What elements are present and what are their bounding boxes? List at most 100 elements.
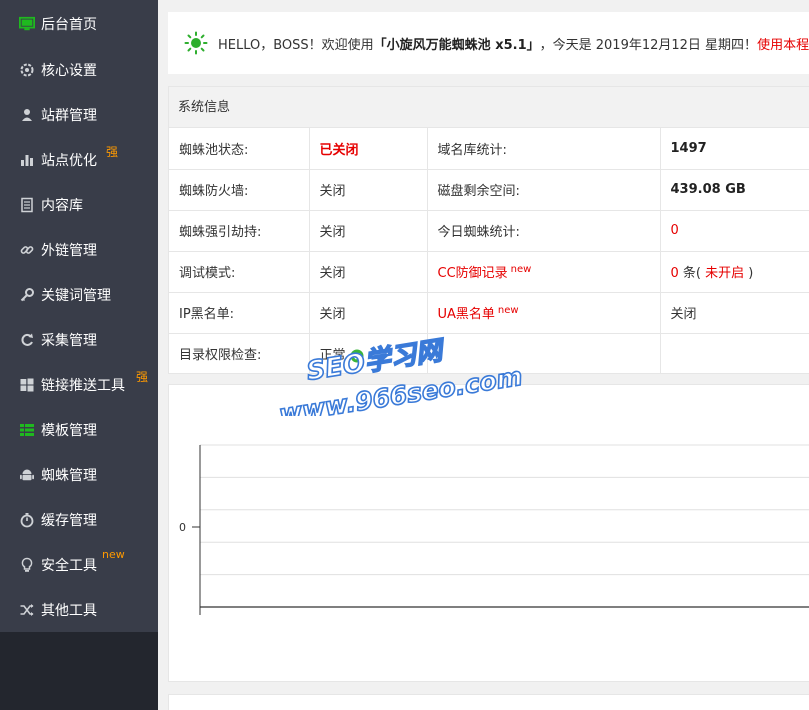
windows-icon <box>19 377 35 393</box>
label-domain-stats: 域名库统计: <box>427 128 661 170</box>
cc-count: 0 <box>670 266 679 281</box>
value-debug-mode: 关闭 <box>309 251 428 293</box>
spider-chart: 0 <box>179 444 809 615</box>
sidebar-item-label: 核心设置 <box>41 62 97 79</box>
sidebar-item-label: 缓存管理 <box>41 512 97 529</box>
cc-defense-link[interactable]: CC防御记录 <box>438 266 508 281</box>
value-spider-hijack: 关闭 <box>309 210 428 252</box>
bulb-icon <box>19 557 35 573</box>
value-today-spider: 0 <box>660 210 809 252</box>
value-spider-pool-status: 已关闭 <box>309 128 428 170</box>
strong-badge: 强 <box>106 145 119 159</box>
android-icon <box>19 467 35 483</box>
table-row: 蜘蛛防火墙: 关闭 磁盘剩余空间: 439.08 GB <box>169 169 809 211</box>
bottom-panel <box>168 694 809 710</box>
value-ip-blacklist: 关闭 <box>309 292 428 334</box>
shuffle-icon <box>19 602 35 618</box>
sidebar-item-security[interactable]: 安全工具 new <box>0 542 158 587</box>
value-cc-defense: 0 条( 未开启 ) <box>660 251 809 293</box>
refresh-icon <box>19 332 35 348</box>
table-row: 蜘蛛强引劫持: 关闭 今日蜘蛛统计: 0 <box>169 210 809 252</box>
sidebar-item-site-optimize[interactable]: 站点优化 强 <box>0 137 158 182</box>
label-debug-mode: 调试模式: <box>169 251 310 293</box>
sidebar-item-other-tools[interactable]: 其他工具 <box>0 587 158 632</box>
document-icon <box>19 197 35 213</box>
sun-icon <box>184 31 208 55</box>
new-tag: new <box>497 304 519 316</box>
key-icon <box>19 287 35 303</box>
monitor-icon <box>19 16 35 32</box>
label-spider-firewall: 蜘蛛防火墙: <box>169 169 310 211</box>
sidebar-item-core-settings[interactable]: 核心设置 <box>0 47 158 92</box>
sidebar-item-templates[interactable]: 模板管理 <box>0 407 158 452</box>
sidebar-item-collection[interactable]: 采集管理 <box>0 317 158 362</box>
sidebar-item-spider[interactable]: 蜘蛛管理 <box>0 452 158 497</box>
panel-title: 系统信息 <box>169 87 809 128</box>
strong-badge: 强 <box>136 370 149 384</box>
table-row: 蜘蛛池状态: 已关闭 域名库统计: 1497 <box>169 128 809 170</box>
check-icon <box>350 349 364 363</box>
sidebar-item-label: 其他工具 <box>41 602 97 619</box>
cc-state: 未开启 <box>701 266 749 281</box>
cc-close: ) <box>748 266 754 281</box>
bar-chart-icon <box>19 152 35 168</box>
sidebar-item-label: 站点优化 <box>41 152 97 169</box>
date-text: ，今天是 2019年12月12日 星期四！ <box>539 37 758 53</box>
welcome-text: HELLO，BOSS！欢迎使用 <box>218 37 374 53</box>
label-ip-blacklist: IP黑名单: <box>169 292 310 334</box>
welcome-bar: HELLO，BOSS！欢迎使用 「小旋风万能蜘蛛池 x5.1」 ，今天是 201… <box>168 12 809 74</box>
system-info-table: 蜘蛛池状态: 已关闭 域名库统计: 1497 蜘蛛防火墙: 关闭 磁盘剩余空间:… <box>169 128 809 374</box>
sidebar-item-link-push[interactable]: 链接推送工具 强 <box>0 362 158 407</box>
sidebar-item-home[interactable]: 后台首页 <box>0 0 158 47</box>
sidebar-menu: 后台首页 核心设置 站群管理 站点优化 强 内容库 外链管理 关键词管理 采集管… <box>0 0 158 632</box>
sidebar-item-label: 外链管理 <box>41 242 97 259</box>
value-ua-blacklist: 关闭 <box>660 292 809 334</box>
sidebar-item-label: 安全工具 <box>41 557 97 574</box>
new-badge: new <box>102 548 125 561</box>
value-domain-stats: 1497 <box>660 128 809 170</box>
empty-cell <box>427 333 661 374</box>
product-name: 「小旋风万能蜘蛛池 x5.1」 <box>373 37 540 53</box>
sidebar-item-content-library[interactable]: 内容库 <box>0 182 158 227</box>
table-row: 调试模式: 关闭 CC防御记录 new 0 条( 未开启 ) <box>169 251 809 293</box>
label-spider-hijack: 蜘蛛强引劫持: <box>169 210 310 252</box>
sidebar-item-site-group[interactable]: 站群管理 <box>0 92 158 137</box>
table-row: IP黑名单: 关闭 UA黑名单 new 关闭 <box>169 292 809 334</box>
sidebar-item-external-links[interactable]: 外链管理 <box>0 227 158 272</box>
sidebar: 后台首页 核心设置 站群管理 站点优化 强 内容库 外链管理 关键词管理 采集管… <box>0 0 158 710</box>
value-dir-permission: 正常 <box>309 333 428 374</box>
value-spider-firewall: 关闭 <box>309 169 428 211</box>
sidebar-item-label: 采集管理 <box>41 332 97 349</box>
cc-defense-link-cell[interactable]: CC防御记录 new <box>427 251 661 293</box>
timer-icon <box>19 512 35 528</box>
label-spider-pool-status: 蜘蛛池状态: <box>169 128 310 170</box>
sidebar-item-cache[interactable]: 缓存管理 <box>0 497 158 542</box>
spider-chart-panel: 0 <box>168 384 809 682</box>
sidebar-item-label: 模板管理 <box>41 422 97 439</box>
user-icon <box>19 107 35 123</box>
system-info-panel: 系统信息 蜘蛛池状态: 已关闭 域名库统计: 1497 蜘蛛防火墙: 关闭 磁盘… <box>168 86 809 374</box>
cc-unit: 条( <box>678 266 701 281</box>
dir-permission-text: 正常 <box>319 348 346 364</box>
sidebar-item-label: 后台首页 <box>41 16 97 33</box>
table-row: 目录权限检查: 正常 <box>169 333 809 374</box>
label-disk-space: 磁盘剩余空间: <box>427 169 661 211</box>
sidebar-item-label: 关键词管理 <box>41 287 111 304</box>
ua-blacklist-link-cell[interactable]: UA黑名单 new <box>427 292 661 334</box>
value-disk-space: 439.08 GB <box>660 169 809 211</box>
sidebar-item-keywords[interactable]: 关键词管理 <box>0 272 158 317</box>
y-tick-label: 0 <box>179 521 186 534</box>
empty-cell <box>660 333 809 374</box>
label-dir-permission: 目录权限检查: <box>169 333 310 374</box>
main-content: HELLO，BOSS！欢迎使用 「小旋风万能蜘蛛池 x5.1」 ，今天是 201… <box>158 0 809 710</box>
usage-link[interactable]: 使用本程序 <box>757 34 809 53</box>
sidebar-item-label: 链接推送工具 <box>41 377 125 394</box>
link-icon <box>19 242 35 258</box>
ua-blacklist-link[interactable]: UA黑名单 <box>438 307 495 322</box>
sidebar-item-label: 内容库 <box>41 197 83 214</box>
list-icon <box>19 422 35 438</box>
new-tag: new <box>510 263 532 275</box>
sidebar-item-label: 站群管理 <box>41 107 97 124</box>
sidebar-item-label: 蜘蛛管理 <box>41 467 97 484</box>
label-today-spider: 今日蜘蛛统计: <box>427 210 661 252</box>
